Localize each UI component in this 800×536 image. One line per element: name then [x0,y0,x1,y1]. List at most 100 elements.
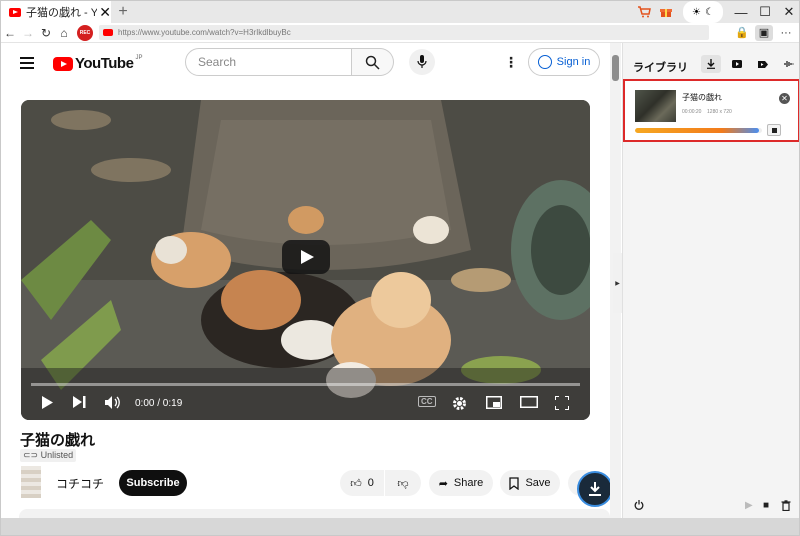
video-title: 子猫の戯れ [20,432,96,449]
volume-icon[interactable] [105,396,121,409]
thumbs-up-icon: 👍︎ [350,477,362,490]
app-window: 子猫の戯れ - YouTube ✕ + ☀ ☾ — ☐ ✕ ← → ↻ ⌂ RE… [0,0,800,536]
start-all-icon[interactable]: ▶ [745,500,753,511]
play-icon[interactable] [41,396,53,409]
sun-icon: ☀ [692,6,701,18]
subscribe-button[interactable]: Subscribe [119,470,187,496]
download-item[interactable]: 子猫の戯れ 00:00:20 1280 x 720 ✕ [623,79,799,142]
download-progress-bar [635,128,762,133]
moon-icon: ☾ [705,6,714,18]
library-tabs [701,55,799,73]
region-label: JP [135,55,143,61]
bookmark-icon [509,476,520,490]
settings-gear-icon[interactable] [452,396,467,411]
address-bar: ← → ↻ ⌂ REC https://www.youtube.com/watc… [1,23,799,43]
search-input[interactable]: Search [185,48,352,76]
more-options-icon[interactable]: ⋮ [504,55,518,69]
download-tab-icon[interactable] [701,55,721,73]
panel-toggle-button[interactable]: ▶ [613,253,622,313]
media-tab-icon[interactable] [753,55,773,73]
panel-footer: ▶ ■ [623,498,799,518]
reload-icon[interactable]: ↻ [37,26,55,40]
library-title: ライブラリ [633,62,688,74]
cart-icon[interactable] [633,1,655,23]
video-time: 0:00 / 0:19 [135,398,183,409]
scrollbar-thumb[interactable] [612,55,619,81]
stop-download-button[interactable] [767,124,781,136]
new-tab-button[interactable]: + [114,1,132,23]
stop-all-icon[interactable]: ■ [763,500,769,511]
video-tab-icon[interactable] [727,55,747,73]
search-icon [365,55,380,70]
youtube-logo[interactable]: YouTube JP [53,55,142,72]
account-icon [537,55,552,69]
download-item-meta: 00:00:20 1280 x 720 [682,109,732,115]
browser-tab[interactable]: 子猫の戯れ - YouTube ✕ [1,1,111,23]
description-card [19,509,610,518]
youtube-header: YouTube JP Search ⋮ Sign in [1,43,610,83]
audio-tab-icon[interactable] [779,55,799,73]
lock-icon[interactable]: 🔒 [733,25,751,41]
sign-in-label: Sign in [556,56,591,68]
status-bar [1,518,799,535]
video-player[interactable]: 0:00 / 0:19 CC [21,100,590,420]
dislike-button[interactable]: 👎︎ [385,470,421,496]
theater-mode-icon[interactable] [520,396,538,408]
title-bar: 子猫の戯れ - YouTube ✕ + ☀ ☾ — ☐ ✕ [1,1,799,23]
url-text: https://www.youtube.com/watch?v=H3rIkdlb… [118,28,291,37]
back-icon[interactable]: ← [1,26,19,40]
video-progress-bar[interactable] [31,383,580,386]
menu-icon[interactable] [20,57,34,72]
unlisted-label: Unlisted [40,450,74,460]
logo-text: YouTube [75,55,134,72]
big-play-button[interactable] [282,240,330,274]
youtube-favicon-icon [9,7,21,17]
miniplayer-icon[interactable] [486,396,502,409]
remove-item-icon[interactable]: ✕ [779,93,790,104]
channel-avatar[interactable] [21,466,41,498]
thumbs-down-icon: 👎︎ [397,477,409,490]
youtube-favicon-icon [103,29,113,36]
download-icon [589,482,601,496]
share-button[interactable]: ➦ Share [429,470,493,496]
power-icon[interactable] [634,500,644,513]
search-button[interactable] [352,48,394,76]
home-icon[interactable]: ⌂ [55,26,73,40]
download-item-duration: 00:00:20 [682,109,702,115]
link-icon: ⊂⊃ [23,450,39,460]
voice-search-button[interactable] [409,49,435,75]
youtube-play-logo-icon [53,56,73,71]
save-label: Save [525,477,551,489]
trash-icon[interactable] [781,500,791,514]
forward-icon[interactable]: → [19,26,37,40]
download-fab-button[interactable] [577,471,613,507]
theme-toggle[interactable]: ☀ ☾ [683,1,723,23]
share-icon: ➦ [438,477,448,490]
like-count: 0 [367,477,374,489]
tab-title: 子猫の戯れ - YouTube [26,7,98,19]
save-button[interactable]: Save [500,470,560,496]
share-label: Share [453,477,484,489]
sign-in-button[interactable]: Sign in [528,48,600,76]
download-item-resolution: 1280 x 720 [707,109,732,115]
tab-close-icon[interactable]: ✕ [99,4,111,21]
browser-menu-button[interactable]: ··· [777,25,795,41]
minimize-button[interactable]: — [729,1,753,23]
stop-icon [771,127,777,133]
close-window-button[interactable]: ✕ [777,1,799,23]
like-button[interactable]: 👍︎ 0 [340,470,384,496]
fullscreen-icon[interactable] [555,396,569,410]
player-controls: 0:00 / 0:19 CC [21,388,590,420]
channel-name[interactable]: コチコチ [56,475,104,492]
maximize-button[interactable]: ☐ [753,1,777,23]
captions-icon[interactable]: CC [418,396,436,407]
download-progress-fill [635,128,760,133]
next-icon[interactable] [73,396,86,408]
gift-icon[interactable] [655,1,677,23]
library-panel: ライブラリ 子猫の戯れ 00:00:20 1280 x 720 ✕ ▶ ■ [622,43,799,518]
video-thumbnail [635,90,676,122]
record-button[interactable]: REC [77,24,93,41]
url-input[interactable]: https://www.youtube.com/watch?v=H3rIkdlb… [99,25,709,40]
microphone-icon [417,55,427,68]
extension-icon[interactable]: ▣ [755,24,773,41]
